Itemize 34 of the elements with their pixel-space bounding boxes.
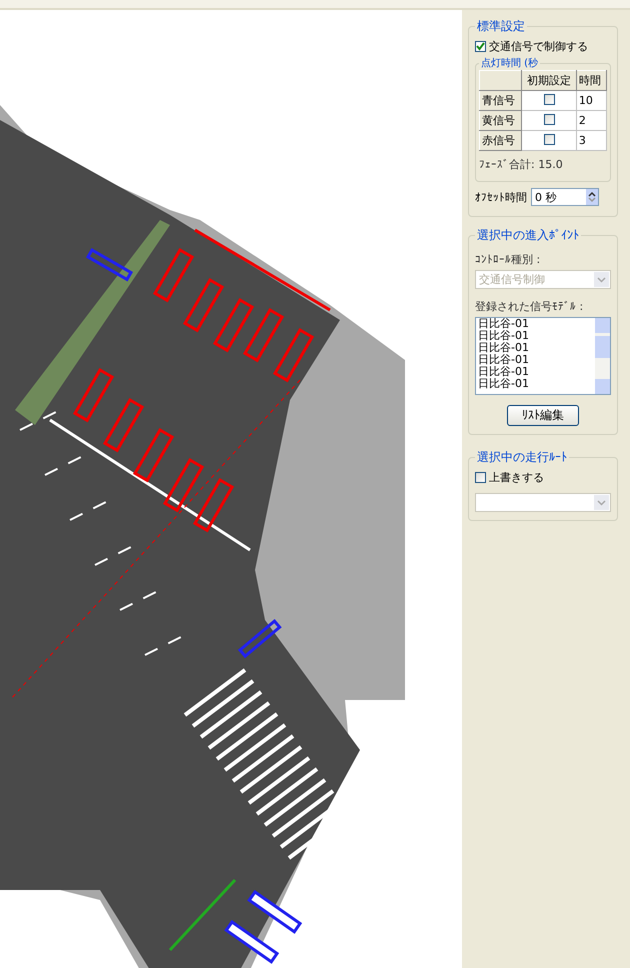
- row-header: 青信号: [480, 90, 522, 110]
- column-header: 初期設定: [522, 70, 576, 90]
- row-header: 赤信号: [480, 130, 522, 150]
- group-title: 選択中の走行ﾙｰﾄ: [476, 449, 568, 466]
- field-label: ｵﾌｾｯﾄ時間: [475, 190, 527, 204]
- spin-arrows-icon[interactable]: [586, 189, 598, 205]
- offset-spin-field[interactable]: 0 秒: [531, 188, 599, 206]
- table-cell[interactable]: 2: [576, 110, 606, 130]
- group-title: 標準設定: [476, 18, 526, 35]
- table-cell[interactable]: 3: [576, 130, 606, 150]
- signal-control-checkbox[interactable]: 交通信号で制御する: [475, 39, 611, 54]
- table-cell[interactable]: 10: [576, 90, 606, 110]
- checkbox[interactable]: [544, 134, 555, 144]
- list-item[interactable]: 日比谷-01: [478, 378, 595, 390]
- checkbox[interactable]: [544, 114, 555, 124]
- list-item[interactable]: 日比谷-01: [478, 342, 595, 354]
- override-checkbox[interactable]: 上書きする: [475, 470, 611, 485]
- list-item[interactable]: 日比谷-01: [478, 366, 595, 378]
- signal-model-list[interactable]: 日比谷-01 日比谷-01 日比谷-01 日比谷-01 日比谷-01 日比谷-01: [475, 317, 611, 395]
- list-item[interactable]: 日比谷-01: [478, 318, 595, 330]
- checkbox[interactable]: [475, 41, 486, 52]
- column-header: 時間: [576, 70, 606, 90]
- list-edit-button[interactable]: ﾘｽﾄ編集: [507, 405, 579, 426]
- phase-total-text: ﾌｪｰｽﾞ合計: 15.0: [479, 157, 564, 172]
- field-label: 登録された信号ﾓﾃﾞﾙ :: [475, 299, 584, 314]
- group-title: 選択中の進入ﾎﾟｲﾝﾄ: [476, 227, 580, 244]
- scrollbar[interactable]: [595, 318, 610, 394]
- list-item[interactable]: 日比谷-01: [478, 330, 595, 342]
- checkbox[interactable]: [475, 472, 486, 483]
- field-label: ｺﾝﾄﾛｰﾙ種別 :: [475, 252, 542, 267]
- list-item[interactable]: 日比谷-01: [478, 354, 595, 366]
- row-header: 黄信号: [480, 110, 522, 130]
- group-title: 点灯時間 (秒: [480, 56, 540, 70]
- checkbox[interactable]: [544, 94, 555, 104]
